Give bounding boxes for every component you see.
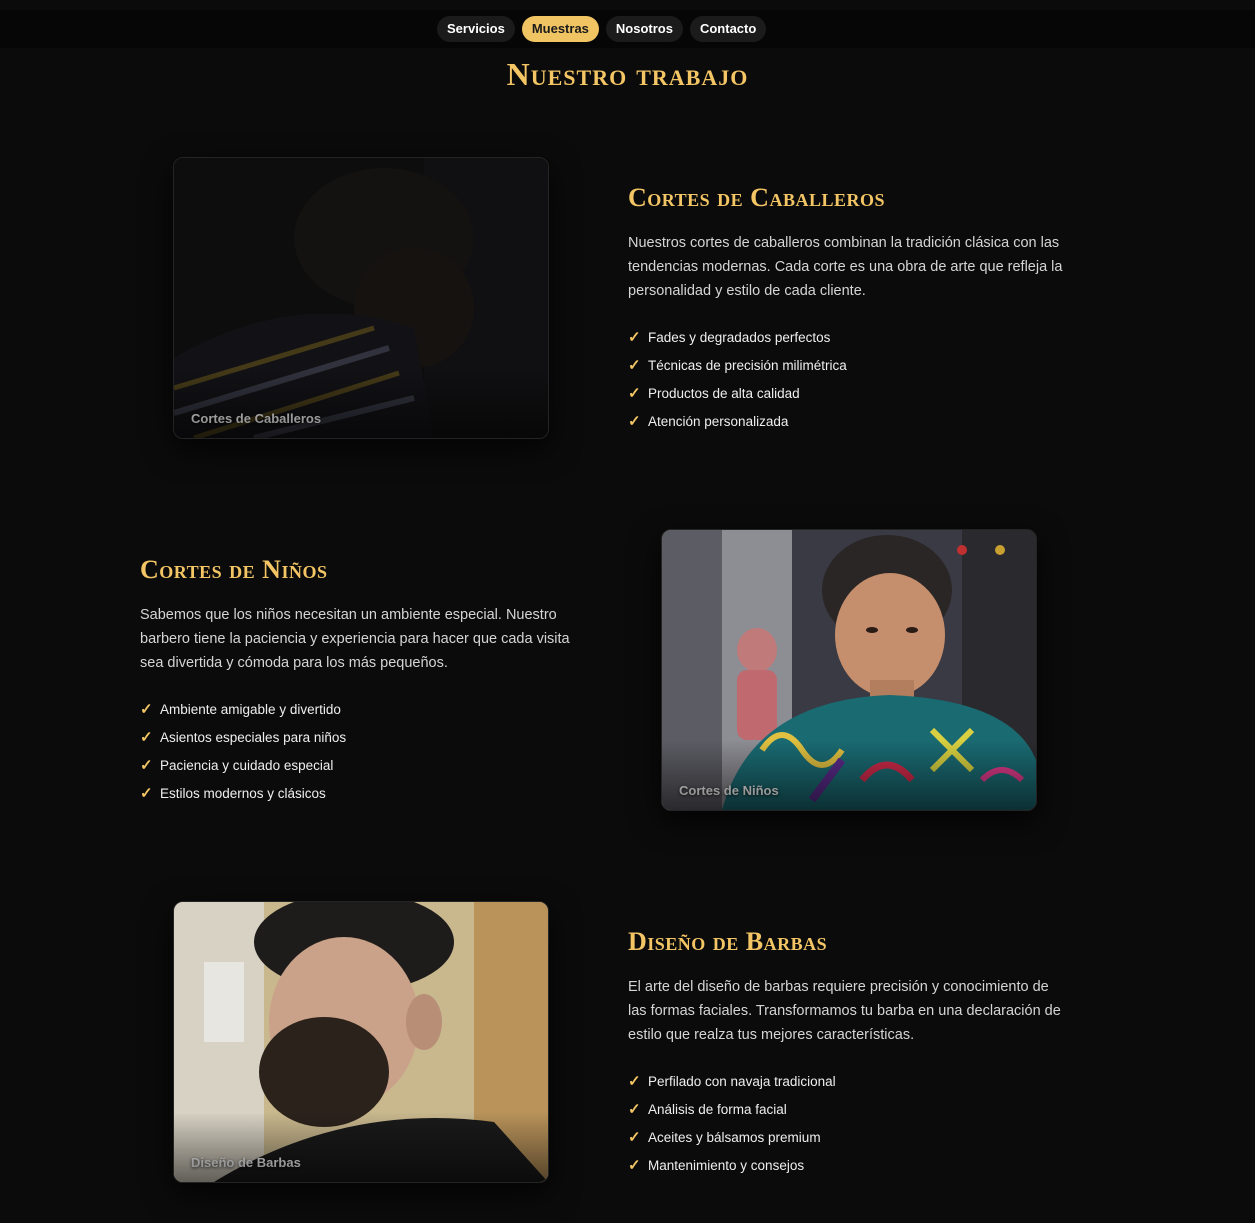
barbas-photo [174,902,548,1182]
section-caballeros: Cortes de Caballeros Nuestros cortes de … [628,183,1068,435]
caballeros-photo [174,158,548,438]
list-item: ✓ Mantenimiento y consejos [628,1157,805,1174]
section-description: El arte del diseño de barbas requiere pr… [628,979,1061,1043]
feature-list: ✓ Ambiente amigable y divertido ✓ Asientos… [140,695,580,807]
check-icon: ✓ [628,329,641,346]
check-icon: ✓ [628,413,641,430]
section-heading: Diseño de Barbas [628,927,828,956]
feature-list: ✓ Perfilado con navaja tradicional ✓ Análi… [628,1067,1068,1179]
list-item: ✓ Atención personalizada [628,413,789,430]
feature-list: ✓ Fades y degradados perfectos ✓ Técnicas … [628,323,1068,435]
gallery-card-caballeros[interactable]: Cortes de Caballeros [173,157,549,439]
check-icon: ✓ [140,729,153,746]
list-item: ✓ Perfilado con navaja tradicional [628,1073,836,1090]
check-icon: ✓ [140,701,153,718]
section-ninos: Cortes de Niños Sabemos que los niños ne… [140,555,580,807]
section-barbas: Diseño de Barbas El arte del diseño de b… [628,927,1068,1179]
top-navigation: Servicios Muestras Nosotros Contacto [0,10,1255,48]
card-caption: Diseño de Barbas [191,1155,301,1170]
check-icon: ✓ [628,357,641,374]
list-item: ✓ Análisis de forma facial [628,1101,787,1118]
check-icon: ✓ [140,757,153,774]
nav-item-contacto[interactable]: Contacto [689,16,767,42]
gallery-card-ninos[interactable]: Cortes de Niños [661,529,1037,811]
list-item: ✓ Productos de alta calidad [628,385,800,402]
list-item: ✓ Técnicas de precisión milimétrica [628,357,847,374]
card-caption: Cortes de Caballeros [191,411,322,426]
gallery-card-barbas[interactable]: Diseño de Barbas [173,901,549,1183]
list-item: ✓ Asientos especiales para niños [140,729,347,746]
check-icon: ✓ [628,1073,641,1090]
list-item: ✓ Aceites y bálsamos premium [628,1129,821,1146]
nav-item-muestras[interactable]: Muestras [521,16,599,42]
section-heading: Cortes de Niños [140,555,328,584]
check-icon: ✓ [628,1157,641,1174]
section-description: Nuestros cortes de caballeros combinan l… [628,235,1063,299]
list-item: ✓ Paciencia y cuidado especial [140,757,334,774]
nav-item-servicios[interactable]: Servicios [437,16,515,42]
nav-item-nosotros[interactable]: Nosotros [605,16,683,42]
check-icon: ✓ [628,1129,641,1146]
page-title: Nuestro trabajo [506,56,749,92]
list-item: ✓ Fades y degradados perfectos [628,329,831,346]
check-icon: ✓ [140,785,153,802]
section-heading: Cortes de Caballeros [628,183,885,212]
list-item: ✓ Estilos modernos y clásicos [140,785,326,802]
list-item: ✓ Ambiente amigable y divertido [140,701,341,718]
ninos-photo [662,530,1036,810]
check-icon: ✓ [628,1101,641,1118]
card-caption: Cortes de Niños [679,783,779,798]
nav-pills: Servicios Muestras Nosotros Contacto [437,16,767,42]
section-description: Sabemos que los niños necesitan un ambie… [140,607,570,671]
check-icon: ✓ [628,385,641,402]
